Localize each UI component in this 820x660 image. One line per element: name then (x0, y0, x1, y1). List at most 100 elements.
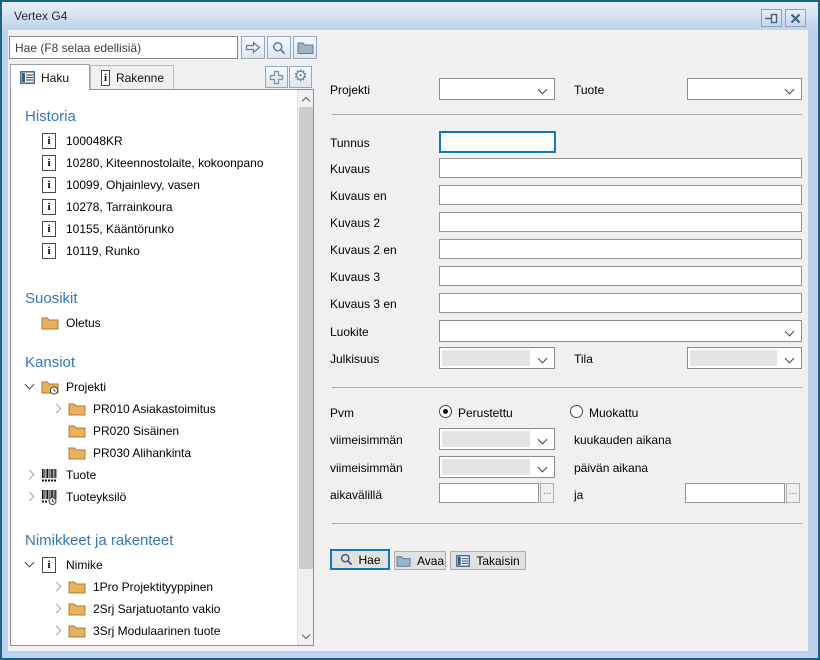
chevron-down-icon (538, 85, 548, 95)
avaa-button[interactable]: Avaa (394, 551, 446, 570)
tree-item[interactable]: 2Srj Sarjatuotanto vakio (11, 598, 297, 620)
info-icon (41, 154, 61, 172)
scrollbar-up-arrow[interactable] (298, 90, 314, 107)
kuvaus-input[interactable] (439, 158, 802, 178)
tree-item[interactable]: PR010 Asiakastoimitus (11, 398, 297, 420)
tree-item[interactable]: 10155, Kääntörunko (11, 218, 297, 240)
tree-item[interactable]: 1Pro Projektityyppinen (11, 576, 297, 598)
tab-rakenne-label: Rakenne (116, 71, 164, 85)
hae-button[interactable]: Hae (330, 549, 390, 570)
aikavalilla-alku-browse-button[interactable]: ... (540, 483, 554, 503)
add-tab-button[interactable] (265, 66, 288, 88)
chevron-down-icon (538, 463, 548, 473)
projekti-combo[interactable] (439, 78, 555, 100)
tree-item[interactable]: 100048KR (11, 130, 297, 152)
tab-haku[interactable]: Haku (10, 64, 90, 90)
search-input[interactable] (9, 36, 238, 59)
info-icon (41, 132, 61, 150)
settings-button[interactable]: ⚙ (289, 66, 312, 88)
folder-icon (41, 314, 61, 332)
luokite-combo[interactable] (439, 320, 802, 342)
chevron-down-icon[interactable] (21, 376, 41, 398)
tree-item[interactable]: 3Srj Modulaarinen tuote (11, 620, 297, 642)
tree-item[interactable]: 10280, Kiteennostolaite, kokoonpano (11, 152, 297, 174)
separator (332, 114, 802, 115)
tree-section-kansiot: Kansiot (11, 350, 297, 376)
chevron-right-icon[interactable] (48, 598, 68, 620)
list-icon (20, 71, 35, 84)
takaisin-button[interactable]: Takaisin (450, 551, 526, 570)
chevron-down-icon[interactable] (21, 554, 41, 576)
tila-combo[interactable] (687, 347, 802, 369)
avaa-button-label: Avaa (417, 554, 444, 568)
magnifier-icon (340, 553, 353, 566)
aikavalilla-alku-input[interactable] (439, 483, 539, 503)
aikavalilla-label: aikavälillä (330, 488, 382, 502)
tree-scrollbar[interactable] (297, 90, 313, 645)
vertex-window: Vertex G4 (0, 0, 820, 660)
kuvaus3-en-input[interactable] (439, 293, 802, 313)
tree-item[interactable]: 4Alh Alihankinta (11, 642, 297, 645)
chevron-right-icon[interactable] (48, 576, 68, 598)
kuvaus-label: Kuvaus (330, 162, 370, 176)
kuvaus-en-input[interactable] (439, 185, 802, 205)
tree-item[interactable]: Tuote (11, 464, 297, 486)
go-button[interactable] (241, 36, 265, 59)
list-icon (456, 555, 470, 567)
tree-item[interactable]: PR020 Sisäinen (11, 420, 297, 442)
tree-item[interactable]: 10099, Ohjainlevy, vasen (11, 174, 297, 196)
open-folder-button[interactable] (293, 36, 317, 59)
chevron-right-icon[interactable] (21, 486, 41, 508)
chevron-right-icon[interactable] (48, 620, 68, 642)
julkisuus-label: Julkisuus (330, 352, 379, 366)
tuote-combo[interactable] (687, 78, 802, 100)
scrollbar-down-arrow[interactable] (298, 628, 314, 645)
julkisuus-combo[interactable] (439, 347, 555, 369)
perustettu-label: Perustettu (458, 406, 513, 420)
tree-item[interactable]: PR030 Alihankinta (11, 442, 297, 464)
pin-button[interactable] (761, 9, 782, 27)
scrollbar-thumb[interactable] (299, 107, 313, 569)
close-button[interactable] (785, 9, 806, 27)
folder-icon (68, 578, 88, 596)
kuvaus3-input[interactable] (439, 266, 802, 286)
kuvaus-en-label: Kuvaus en (330, 189, 387, 203)
chevron-down-icon (538, 435, 548, 445)
projekti-label: Projekti (330, 83, 370, 97)
muokattu-radio[interactable] (570, 405, 583, 418)
tree-item[interactable]: 10119, Runko (11, 240, 297, 262)
chevron-down-icon (785, 327, 795, 337)
tree-item[interactable]: Oletus (11, 312, 297, 334)
tree-item[interactable]: Tuoteyksilö (11, 486, 297, 508)
viimeisimman1-label: viimeisimmän (330, 433, 403, 447)
folder-clock-icon (41, 378, 61, 396)
folder-icon (68, 644, 88, 645)
main-content: Haku Rakenne ⚙ Historia 100048KR (8, 30, 808, 651)
tab-haku-label: Haku (41, 71, 69, 85)
kuvaus2-input[interactable] (439, 212, 802, 232)
tree-item[interactable]: 10278, Tarrainkoura (11, 196, 297, 218)
separator (332, 387, 802, 388)
aikavalilla-loppu-browse-button[interactable]: ... (786, 483, 800, 503)
chevron-right-icon[interactable] (21, 464, 41, 486)
chevron-down-icon (538, 354, 548, 364)
tree-item[interactable]: Nimike (11, 554, 297, 576)
tunnus-input[interactable] (439, 131, 556, 153)
arrow-right-icon (245, 41, 261, 54)
aikavalilla-loppu-input[interactable] (685, 483, 785, 503)
kuvaus2-en-label: Kuvaus 2 en (330, 243, 397, 257)
tab-rakenne[interactable]: Rakenne (90, 65, 174, 89)
search-button[interactable] (267, 36, 291, 59)
chevron-right-icon[interactable] (48, 642, 68, 645)
tree-item[interactable]: Projekti (11, 376, 297, 398)
perustettu-radio[interactable] (439, 405, 452, 418)
kuvaus3-label: Kuvaus 3 (330, 270, 380, 284)
folder-icon (68, 422, 88, 440)
kuvaus2-en-input[interactable] (439, 239, 802, 259)
separator (332, 523, 802, 524)
window-title: Vertex G4 (14, 9, 67, 23)
viimeisimman1-combo[interactable] (439, 428, 555, 450)
pvm-label: Pvm (330, 406, 354, 420)
viimeisimman2-combo[interactable] (439, 456, 555, 478)
chevron-right-icon[interactable] (48, 398, 68, 420)
